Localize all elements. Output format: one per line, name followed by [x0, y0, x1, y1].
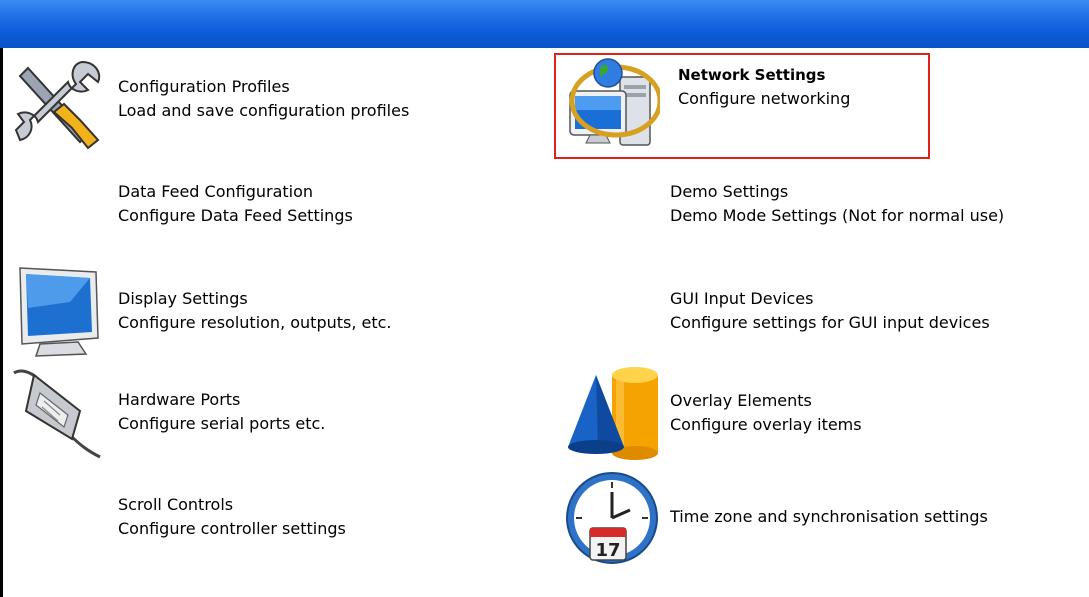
display-settings-item[interactable]: Display Settings Configure resolution, o… — [10, 262, 530, 362]
item-description: Configure Data Feed Settings — [118, 206, 353, 225]
window-left-border — [0, 48, 3, 597]
item-description: Configure serial ports etc. — [118, 414, 326, 433]
item-description: Configure controller settings — [118, 519, 346, 538]
item-title: Hardware Ports — [118, 390, 241, 409]
item-description: Demo Mode Settings (Not for normal use) — [670, 206, 1005, 225]
time-zone-item[interactable]: 17 Time zone and synchronisation setting… — [564, 470, 1084, 570]
serial-port-icon — [13, 369, 101, 459]
shapes-icon — [568, 367, 658, 460]
item-description: Load and save configuration profiles — [118, 101, 410, 120]
demo-settings-item[interactable]: Demo Settings Demo Mode Settings (Not fo… — [564, 175, 1084, 275]
item-title: Demo Settings — [670, 182, 789, 201]
overlay-elements-item[interactable]: Overlay Elements Configure overlay items — [564, 365, 1084, 465]
item-description: Configure overlay items — [670, 415, 862, 434]
data-feed-config-item[interactable]: Data Feed Configuration Configure Data F… — [10, 175, 530, 275]
item-title: Time zone and synchronisation settings — [670, 507, 988, 526]
item-title: GUI Input Devices — [670, 289, 814, 308]
item-title: Display Settings — [118, 289, 248, 308]
gui-input-devices-item[interactable]: GUI Input Devices Configure settings for… — [564, 262, 1084, 362]
selection-highlight — [554, 53, 930, 159]
item-description: Configure settings for GUI input devices — [670, 313, 990, 332]
scroll-controls-item[interactable]: Scroll Controls Configure controller set… — [10, 470, 530, 570]
hardware-ports-item[interactable]: Hardware Ports Configure serial ports et… — [10, 365, 530, 465]
item-description: Configure resolution, outputs, etc. — [118, 313, 392, 332]
item-title: Configuration Profiles — [118, 77, 290, 96]
item-title: Overlay Elements — [670, 391, 812, 410]
item-title: Scroll Controls — [118, 495, 234, 514]
tools-icon — [14, 60, 101, 150]
item-title: Data Feed Configuration — [118, 182, 314, 201]
clock-calendar-icon: 17 — [566, 472, 658, 564]
monitor-icon — [19, 267, 99, 357]
window-title-bar — [0, 0, 1089, 48]
config-profiles-item[interactable]: Configuration Profiles Load and save con… — [10, 58, 530, 158]
calendar-day: 17 — [595, 540, 620, 561]
